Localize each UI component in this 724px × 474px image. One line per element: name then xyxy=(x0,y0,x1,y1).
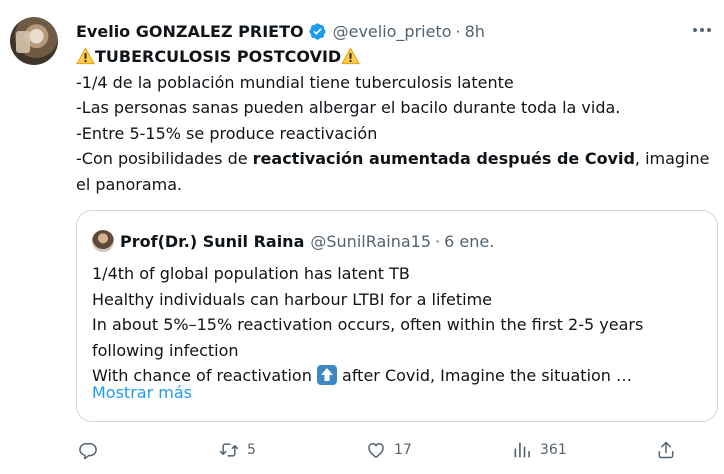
tweet-line: -1/4 de la población mundial tiene tuber… xyxy=(76,72,514,92)
tweet-line-prefix: -Con posibilidades de xyxy=(76,149,253,168)
up-arrow-emoji xyxy=(316,365,337,385)
quoted-timestamp: 6 ene. xyxy=(444,231,495,251)
more-icon[interactable] xyxy=(690,20,714,40)
tweet-title-line: TUBERCULOSIS POSTCOVID xyxy=(76,44,716,70)
author-avatar[interactable] xyxy=(10,17,58,65)
reply-icon xyxy=(79,443,97,460)
tweet-title: TUBERCULOSIS POSTCOVID xyxy=(95,47,342,66)
views-button[interactable]: 361 xyxy=(512,437,567,463)
quoted-line: Healthy individuals can harbour LTBI for… xyxy=(92,289,493,309)
like-count: 17 xyxy=(394,442,412,458)
author-handle[interactable]: @evelio_prieto xyxy=(333,22,452,41)
action-bar: 5 17 361 xyxy=(76,437,716,463)
quoted-line: In about 5%–15% reactivation occurs, oft… xyxy=(92,315,644,334)
quoted-header: Prof(Dr.) Sunil Raina @SunilRaina15 · 6 … xyxy=(92,230,494,252)
retweet-count: 5 xyxy=(247,442,256,458)
warning-icon xyxy=(341,47,361,65)
quoted-author-name: Prof(Dr.) Sunil Raina xyxy=(120,231,305,251)
quoted-author-handle: @SunilRaina15 xyxy=(310,231,432,251)
tweet-line: -Con posibilidades de reactivación aumen… xyxy=(76,146,716,172)
verified-badge-icon xyxy=(308,22,326,40)
views-icon xyxy=(514,442,530,458)
quoted-line: following infection xyxy=(92,340,239,360)
tweet-line-suffix: , imagine xyxy=(634,149,710,168)
tweet-line: el panorama. xyxy=(76,174,183,194)
like-icon xyxy=(368,443,384,458)
tweet-timestamp[interactable]: 8h xyxy=(465,22,485,41)
warning-icon xyxy=(76,47,95,65)
share-button[interactable] xyxy=(656,437,676,463)
quoted-tweet-card[interactable]: Prof(Dr.) Sunil Raina @SunilRaina15 · 6 … xyxy=(76,210,718,422)
separator-dot: · xyxy=(435,231,441,251)
tweet-line: -Las personas sanas pueden albergar el b… xyxy=(76,98,621,117)
tweet-text: TUBERCULOSIS POSTCOVID -1/4 de la poblac… xyxy=(76,44,716,197)
retweet-icon xyxy=(219,443,239,457)
quoted-avatar xyxy=(92,230,114,252)
reply-button[interactable] xyxy=(78,437,106,463)
retweet-button[interactable]: 5 xyxy=(219,437,256,463)
tweet-line: -Entre 5-15% se produce reactivación xyxy=(76,123,378,143)
separator-dot: · xyxy=(455,21,461,41)
quoted-text: 1/4th of global population has latent TB… xyxy=(92,261,712,389)
show-more-link[interactable]: Mostrar más xyxy=(92,383,192,402)
quoted-line-suffix: after Covid, Imagine the situation … xyxy=(336,366,633,385)
author-name[interactable]: Evelio GONZALEZ PRIETO xyxy=(76,22,304,41)
tweet-line-bold: reactivación aumentada después de Covid xyxy=(252,149,635,168)
like-button[interactable]: 17 xyxy=(366,437,412,463)
quoted-line: 1/4th of global population has latent TB xyxy=(92,264,410,283)
view-count: 361 xyxy=(540,442,567,458)
tweet-header: Evelio GONZALEZ PRIETO @evelio_prieto · … xyxy=(76,19,485,43)
share-icon xyxy=(658,441,674,459)
